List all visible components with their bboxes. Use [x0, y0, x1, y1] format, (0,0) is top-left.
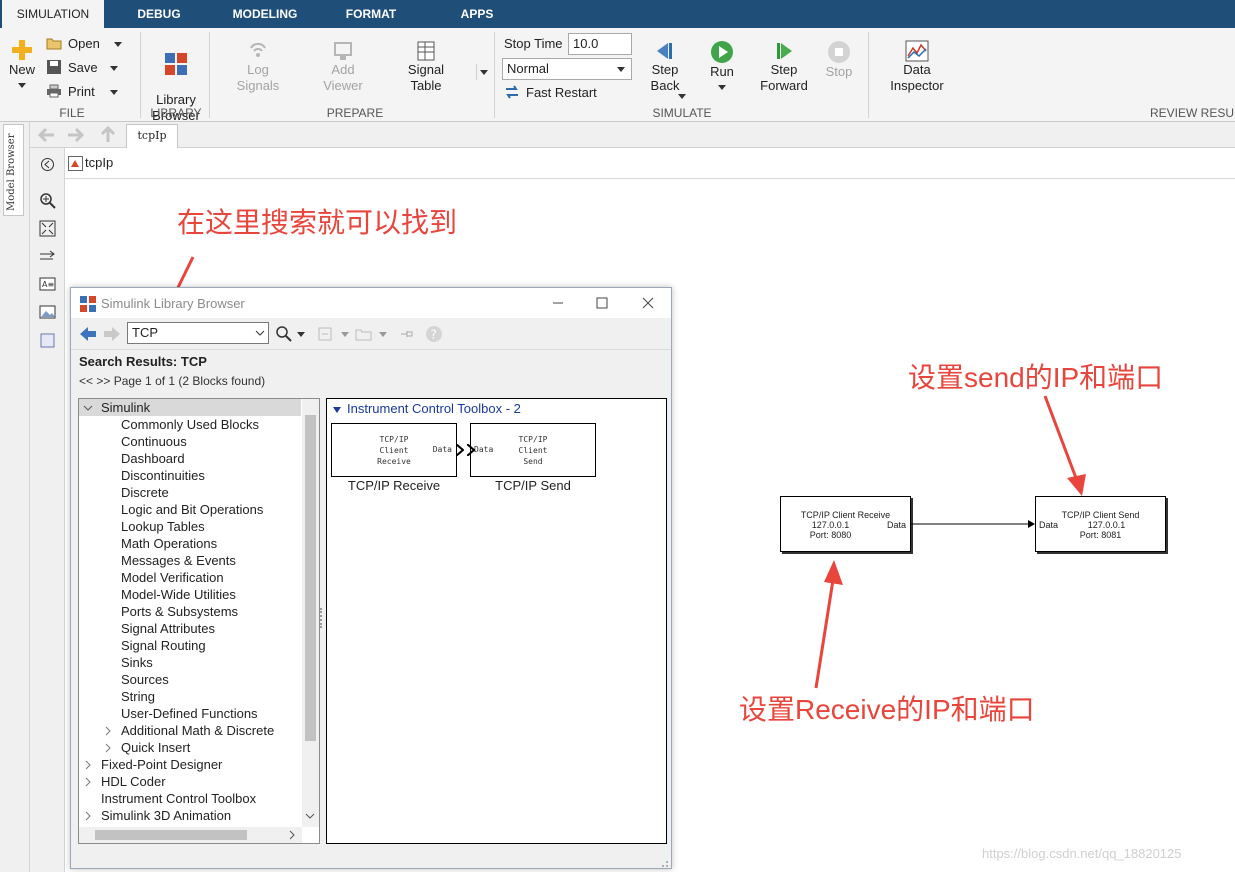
chevron-down-icon — [255, 330, 265, 336]
results-pager[interactable]: << >> Page 1 of 1 (2 Blocks found) — [79, 374, 265, 388]
send-hint-annotation: 设置send的IP和端口 — [908, 362, 1164, 393]
watermark: https://blog.csdn.net/qq_18820125 — [982, 846, 1182, 861]
result-group-label[interactable]: Instrument Control Toolbox - 2 — [347, 401, 521, 416]
library-browser-window: Simulink Library Browser TCP ? Search Re… — [70, 287, 672, 869]
search-icon[interactable] — [275, 325, 293, 343]
receive-hint-annotation: 设置Receive的IP和端口 — [739, 694, 1035, 725]
chevron-right-icon — [85, 760, 91, 770]
svg-text:?: ? — [431, 328, 437, 342]
tree-item[interactable]: Ports & Subsystems — [121, 603, 238, 620]
library-browser-icon — [80, 296, 96, 312]
search-results-pane: Instrument Control Toolbox - 2 TCP/IP Cl… — [326, 398, 667, 844]
library-search-input[interactable]: TCP — [127, 322, 269, 344]
input-port-icon — [467, 444, 475, 456]
signal-line-arrowhead — [1028, 520, 1035, 528]
library-tree: Simulink Commonly Used Blocks Continuous… — [78, 398, 320, 844]
window-title: Simulink Library Browser — [101, 296, 245, 311]
chevron-right-icon — [85, 777, 91, 787]
close-icon[interactable] — [641, 296, 655, 310]
tree-item-simulink[interactable]: Simulink — [79, 399, 301, 416]
block-caption: TCP/IP Send — [495, 478, 571, 493]
tree-item[interactable]: String — [121, 688, 155, 705]
tree-item[interactable]: Instrument Control Toolbox — [101, 790, 256, 807]
output-port-icon — [456, 444, 464, 456]
back-icon[interactable] — [79, 326, 97, 342]
pane-splitter[interactable] — [320, 608, 324, 628]
tcpip-receive-library-block[interactable]: TCP/IP Client Receive Data — [331, 423, 464, 477]
library-browser-titlebar[interactable]: Simulink Library Browser — [71, 288, 671, 318]
tree-item[interactable]: Commonly Used Blocks — [121, 416, 259, 433]
chevron-right-icon — [105, 726, 111, 736]
receive-hint-arrow — [814, 579, 835, 689]
tree-item[interactable]: Discrete — [121, 484, 169, 501]
scrollbar-thumb[interactable] — [95, 830, 247, 840]
tcpip-send-library-block[interactable]: TCP/IP Client Send Data — [467, 423, 596, 477]
tree-item[interactable]: Dashboard — [121, 450, 185, 467]
tree-item[interactable]: Model Verification — [121, 569, 224, 586]
chevron-right-icon[interactable] — [287, 830, 297, 840]
block-caption: TCP/IP Receive — [347, 478, 441, 493]
chevron-down-icon[interactable] — [305, 811, 315, 821]
send-hint-arrow — [1043, 395, 1078, 479]
tree-item[interactable]: Model-Wide Utilities — [121, 586, 236, 603]
chevron-down-icon — [83, 405, 93, 411]
chevron-right-icon — [85, 811, 91, 821]
tree-item[interactable]: User-Defined Functions — [121, 705, 258, 722]
tree-item[interactable]: Discontinuities — [121, 467, 205, 484]
tree-item[interactable]: Sources — [121, 671, 169, 688]
tree-item[interactable]: Messages & Events — [121, 552, 236, 569]
tree-item[interactable]: Lookup Tables — [121, 518, 205, 535]
search-results-heading: Search Results: TCP — [79, 354, 207, 369]
scrollbar-thumb[interactable] — [305, 415, 316, 741]
forward-icon[interactable] — [103, 326, 121, 342]
minimize-icon[interactable] — [551, 296, 565, 310]
maximize-icon[interactable] — [595, 296, 609, 310]
tree-vertical-scrollbar[interactable] — [302, 399, 319, 827]
tree-item[interactable]: Sinks — [121, 654, 153, 671]
open-folder-icon[interactable] — [355, 326, 373, 342]
search-hint-annotation: 在这里搜索就可以找到 — [177, 207, 458, 238]
tree-item[interactable]: Signal Attributes — [121, 620, 215, 637]
collapse-triangle-icon[interactable] — [333, 406, 341, 414]
pin-icon[interactable] — [399, 326, 415, 342]
resize-grip-icon[interactable] — [657, 856, 669, 868]
chevron-right-icon — [105, 743, 111, 753]
help-icon[interactable]: ? — [425, 325, 443, 343]
tree-item[interactable]: Continuous — [121, 433, 187, 450]
tree-item[interactable]: Math Operations — [121, 535, 217, 552]
new-model-icon[interactable] — [317, 326, 335, 342]
tree-item[interactable]: Signal Routing — [121, 637, 206, 654]
tree-horizontal-scrollbar[interactable] — [79, 827, 302, 843]
library-browser-toolbar: TCP ? — [71, 318, 671, 350]
tree-item[interactable]: Logic and Bit Operations — [121, 501, 263, 518]
